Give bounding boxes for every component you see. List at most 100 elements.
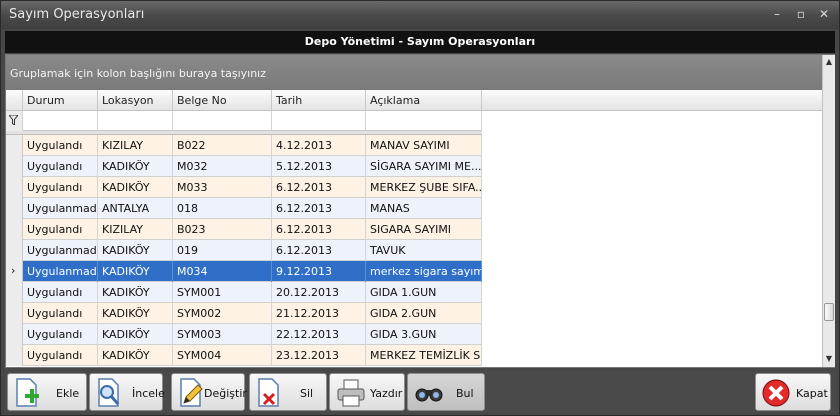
cell-tarih[interactable]: 4.12.2013 (272, 135, 366, 156)
cell-belge-no[interactable]: B023 (173, 219, 272, 240)
row-indicator[interactable]: › (6, 261, 23, 282)
cell-lokasyon[interactable]: ANTALYA (98, 198, 173, 219)
table-row[interactable]: Uygulanmadı ANTALYA 018 6.12.2013 MANAS (6, 198, 482, 219)
column-header-durum[interactable]: Durum (23, 90, 98, 111)
bul-button[interactable]: Bul (407, 373, 485, 411)
cell-belge-no[interactable]: B022 (173, 135, 272, 156)
cell-aciklama[interactable]: TAVUK (366, 240, 482, 261)
cell-tarih[interactable]: 21.12.2013 (272, 303, 366, 324)
cell-lokasyon[interactable]: KADIKÖY (98, 240, 173, 261)
cell-lokasyon[interactable]: KADIKÖY (98, 261, 173, 282)
cell-tarih[interactable]: 20.12.2013 (272, 282, 366, 303)
cell-durum[interactable]: Uygulandı (23, 324, 98, 345)
table-row[interactable]: Uygulandı KIZILAY B023 6.12.2013 SIGARA SAYI… (6, 219, 482, 240)
cell-durum[interactable]: Uygulandı (23, 345, 98, 366)
cell-belge-no[interactable]: SYM003 (173, 324, 272, 345)
cell-belge-no[interactable]: SYM004 (173, 345, 272, 366)
cell-durum[interactable]: Uygulanmadı (23, 261, 98, 282)
cell-lokasyon[interactable]: KADIKÖY (98, 282, 173, 303)
cell-lokasyon[interactable]: KADIKÖY (98, 156, 173, 177)
cell-belge-no[interactable]: M033 (173, 177, 272, 198)
cell-tarih[interactable]: 6.12.2013 (272, 177, 366, 198)
table-row[interactable]: Uygulandı KADIKÖY M032 5.12.2013 SİGARA SAYI… (6, 156, 482, 177)
row-indicator[interactable] (6, 345, 23, 366)
cell-tarih[interactable]: 9.12.2013 (272, 261, 366, 282)
column-header-tarih[interactable]: Tarih (272, 90, 366, 111)
cell-tarih[interactable]: 5.12.2013 (272, 156, 366, 177)
row-indicator[interactable] (6, 177, 23, 198)
cell-aciklama[interactable]: SIGARA SAYIMI (366, 219, 482, 240)
table-row[interactable]: Uygulandı KADIKÖY SYM002 21.12.2013 GIDA 2.G… (6, 303, 482, 324)
cell-aciklama[interactable]: MERKEZ ŞUBE SIFA... (366, 177, 482, 198)
cell-tarih[interactable]: 6.12.2013 (272, 219, 366, 240)
row-indicator[interactable] (6, 282, 23, 303)
cell-aciklama[interactable]: MANAV SAYIMI (366, 135, 482, 156)
degistir-button[interactable]: Değiştir (171, 373, 247, 411)
cell-belge-no[interactable]: M032 (173, 156, 272, 177)
cell-tarih[interactable]: 22.12.2013 (272, 324, 366, 345)
cell-lokasyon[interactable]: KADIKÖY (98, 177, 173, 198)
cell-lokasyon[interactable]: KIZILAY (98, 135, 173, 156)
cell-durum[interactable]: Uygulandı (23, 219, 98, 240)
cell-durum[interactable]: Uygulandı (23, 303, 98, 324)
cell-belge-no[interactable]: SYM001 (173, 282, 272, 303)
table-row[interactable]: Uygulandı KADIKÖY SYM001 20.12.2013 GIDA 1.G… (6, 282, 482, 303)
filter-cell-lokasyon[interactable] (98, 111, 173, 131)
cell-tarih[interactable]: 6.12.2013 (272, 198, 366, 219)
filter-cell-durum[interactable] (23, 111, 98, 131)
column-header-lokasyon[interactable]: Lokasyon (98, 90, 173, 111)
column-header-aciklama[interactable]: Açıklama (366, 90, 482, 111)
group-panel[interactable]: Gruplamak için kolon başlığını buraya ta… (6, 55, 822, 90)
vertical-scrollbar[interactable]: ▲ ▼ (822, 55, 835, 367)
sil-button[interactable]: Sil (249, 373, 327, 411)
cell-durum[interactable]: Uygulandı (23, 135, 98, 156)
table-row[interactable]: Uygulandı KADIKÖY SYM003 22.12.2013 GIDA 3.G… (6, 324, 482, 345)
cell-durum[interactable]: Uygulandı (23, 177, 98, 198)
row-indicator[interactable] (6, 219, 23, 240)
table-row[interactable]: Uygulandı KADIKÖY M033 6.12.2013 MERKEZ ŞUBE… (6, 177, 482, 198)
close-icon[interactable]: ✕ (817, 7, 831, 21)
cell-aciklama[interactable]: MERKEZ TEMİZLİK S... (366, 345, 482, 366)
cell-aciklama[interactable]: MANAS (366, 198, 482, 219)
cell-tarih[interactable]: 6.12.2013 (272, 240, 366, 261)
cell-aciklama[interactable]: SİGARA SAYIMI ME... (366, 156, 482, 177)
yazdir-button[interactable]: Yazdır (329, 373, 405, 411)
row-indicator[interactable] (6, 135, 23, 156)
cell-aciklama[interactable]: merkez sigara sayımı (366, 261, 482, 282)
cell-belge-no[interactable]: M034 (173, 261, 272, 282)
cell-belge-no[interactable]: SYM002 (173, 303, 272, 324)
cell-belge-no[interactable]: 018 (173, 198, 272, 219)
cell-durum[interactable]: Uygulandı (23, 282, 98, 303)
scroll-down-icon[interactable]: ▼ (823, 352, 835, 366)
cell-aciklama[interactable]: GIDA 3.GUN (366, 324, 482, 345)
row-indicator[interactable] (6, 156, 23, 177)
scroll-up-icon[interactable]: ▲ (823, 55, 835, 69)
table-row[interactable]: Uygulanmadı KADIKÖY 019 6.12.2013 TAVUK (6, 240, 482, 261)
column-header-belge-no[interactable]: Belge No (173, 90, 272, 111)
row-indicator[interactable] (6, 324, 23, 345)
cell-aciklama[interactable]: GIDA 2.GUN (366, 303, 482, 324)
table-row[interactable]: Uygulandı KADIKÖY SYM004 23.12.2013 MERKEZ T… (6, 345, 482, 366)
row-indicator[interactable] (6, 240, 23, 261)
cell-lokasyon[interactable]: KADIKÖY (98, 324, 173, 345)
filter-cell-aciklama[interactable] (366, 111, 482, 131)
cell-durum[interactable]: Uygulandı (23, 156, 98, 177)
cell-lokasyon[interactable]: KADIKÖY (98, 345, 173, 366)
filter-cell-tarih[interactable] (272, 111, 366, 131)
cell-aciklama[interactable]: GIDA 1.GUN (366, 282, 482, 303)
scroll-thumb[interactable] (824, 303, 834, 321)
title-bar[interactable]: Sayım Operasyonları – ▫ ✕ (1, 1, 839, 29)
minimize-icon[interactable]: – (770, 7, 784, 21)
cell-tarih[interactable]: 23.12.2013 (272, 345, 366, 366)
row-indicator[interactable] (6, 303, 23, 324)
cell-lokasyon[interactable]: KADIKÖY (98, 303, 173, 324)
row-indicator[interactable] (6, 198, 23, 219)
filter-cell-belge-no[interactable] (173, 111, 272, 131)
cell-lokasyon[interactable]: KIZILAY (98, 219, 173, 240)
cell-belge-no[interactable]: 019 (173, 240, 272, 261)
cell-durum[interactable]: Uygulanmadı (23, 198, 98, 219)
cell-durum[interactable]: Uygulanmadı (23, 240, 98, 261)
incele-button[interactable]: İncele (89, 373, 165, 411)
maximize-icon[interactable]: ▫ (794, 7, 808, 21)
kapat-button[interactable]: Kapat (755, 373, 831, 411)
